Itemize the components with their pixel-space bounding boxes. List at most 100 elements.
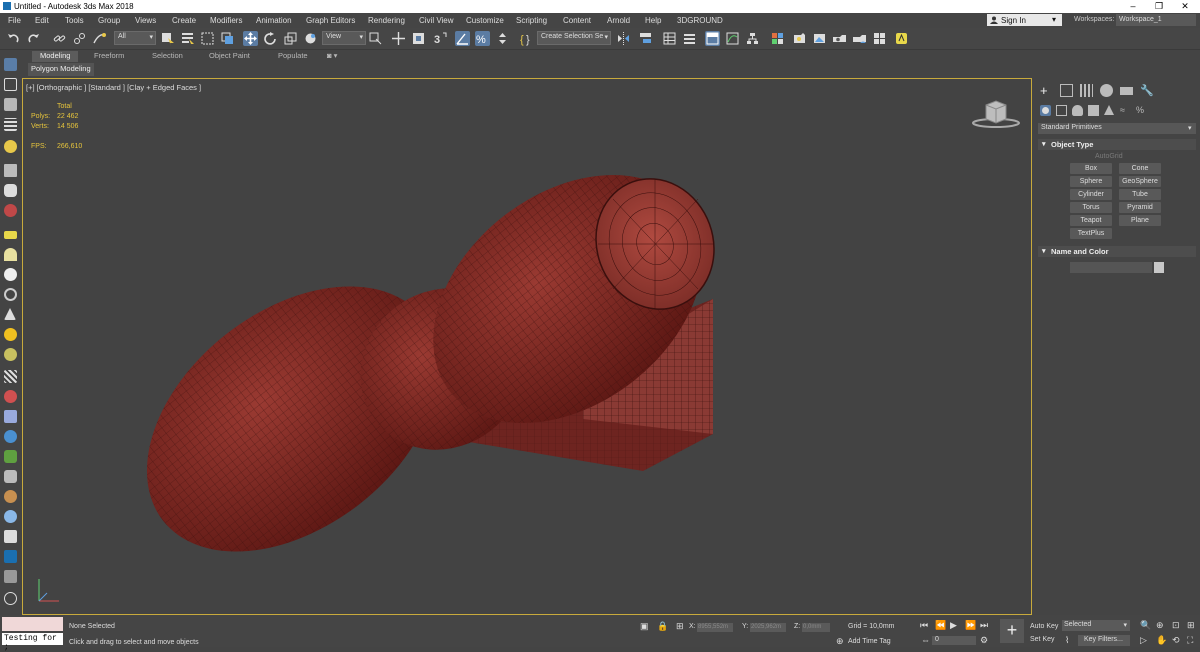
select-and-scale-icon[interactable]	[283, 31, 298, 46]
help-icon[interactable]	[4, 592, 17, 605]
menu-modifiers[interactable]: Modifiers	[210, 16, 242, 25]
geometry-icon[interactable]	[1040, 105, 1051, 116]
object-color-swatch[interactable]	[1154, 262, 1164, 273]
dome-icon[interactable]	[4, 248, 17, 261]
menu-animation[interactable]: Animation	[256, 16, 292, 25]
pattern-icon[interactable]	[4, 490, 17, 503]
go-to-start-icon[interactable]: ⏮	[920, 620, 928, 631]
mirror-icon[interactable]	[616, 31, 631, 46]
named-selection-dropdown[interactable]: Create Selection Se ▾	[537, 31, 611, 45]
menu-tools[interactable]: Tools	[65, 16, 84, 25]
plane-primitive-icon[interactable]	[4, 231, 17, 239]
menu-help[interactable]: Help	[645, 16, 661, 25]
curve-editor-icon[interactable]	[725, 31, 740, 46]
menu-rendering[interactable]: Rendering	[368, 16, 405, 25]
character-icon[interactable]	[4, 410, 17, 423]
previous-frame-icon[interactable]: ⏪	[935, 620, 946, 631]
percent-snap-icon[interactable]: %	[475, 31, 490, 46]
keyboard-shortcut-override-icon[interactable]	[411, 31, 426, 46]
scale-icon[interactable]	[4, 530, 17, 543]
select-object-icon[interactable]	[160, 31, 175, 46]
bind-space-warp-icon[interactable]	[92, 31, 107, 46]
key-mode-dropdown[interactable]: Selected ▾	[1062, 620, 1130, 631]
autogrid-checkbox[interactable]: AutoGrid	[1095, 153, 1123, 160]
box-button[interactable]: Box	[1070, 163, 1112, 174]
menu-graph-editors[interactable]: Graph Editors	[306, 16, 355, 25]
hierarchy-tab-icon[interactable]	[1080, 84, 1093, 97]
rendered-frame-window-icon[interactable]	[812, 31, 827, 46]
space-warps-icon[interactable]: ≈	[1120, 105, 1131, 116]
y-coordinate-field[interactable]: 2025,962m	[750, 623, 786, 632]
render-in-cloud-icon[interactable]	[852, 31, 867, 46]
toggle-ribbon-icon[interactable]	[705, 31, 720, 46]
time-configuration-icon[interactable]: ⚙	[980, 635, 988, 646]
menu-group[interactable]: Group	[98, 16, 120, 25]
menu-edit[interactable]: Edit	[35, 16, 49, 25]
tab-object-paint[interactable]: Object Paint	[209, 51, 250, 62]
angle-snap-icon[interactable]	[455, 31, 470, 46]
container-icon[interactable]	[4, 570, 17, 583]
maxscript-input[interactable]: Testing for ;	[2, 633, 63, 652]
sign-in-button[interactable]: Sign In ▾	[987, 14, 1062, 26]
add-time-tag[interactable]: Add Time Tag	[848, 638, 891, 645]
manipulate-icon[interactable]	[391, 31, 406, 46]
tab-modeling[interactable]: Modeling	[32, 51, 79, 62]
hatch-icon[interactable]	[4, 370, 17, 383]
geosphere-button[interactable]: GeoSphere	[1119, 176, 1161, 187]
key-mode-toggle-icon[interactable]: ⇔	[921, 635, 930, 645]
teapot-button[interactable]: Teapot	[1070, 215, 1112, 226]
set-keys-icon[interactable]: +	[1000, 619, 1024, 643]
maxscript-listener-output[interactable]	[2, 617, 63, 631]
toggle-scene-explorer-icon[interactable]	[662, 31, 677, 46]
pivot-center-icon[interactable]	[368, 31, 383, 46]
select-and-place-icon[interactable]	[303, 31, 318, 46]
torus-icon[interactable]	[4, 288, 17, 301]
menu-customize[interactable]: Customize	[466, 16, 504, 25]
set-key-button[interactable]: Set Key	[1030, 636, 1055, 647]
menu-content[interactable]: Content	[563, 16, 591, 25]
helpers-icon[interactable]	[1104, 105, 1114, 115]
reference-coordinate-dropdown[interactable]: View ▾	[322, 31, 366, 45]
select-and-rotate-icon[interactable]	[263, 31, 278, 46]
utilities-tab-icon[interactable]: 🔧	[1140, 84, 1154, 97]
auto-key-button[interactable]: Auto Key	[1030, 623, 1058, 634]
tab-selection[interactable]: Selection	[152, 51, 183, 62]
z-coordinate-field[interactable]: 0,0mm	[802, 623, 830, 632]
create-tab-icon[interactable]: +	[1040, 84, 1053, 97]
x-coordinate-field[interactable]: 8955,552m	[697, 623, 733, 632]
isolate-selection-icon[interactable]: ▣	[640, 621, 649, 632]
sphere-icon[interactable]	[4, 268, 17, 281]
viewport-layout-icon[interactable]	[4, 58, 17, 71]
link-icon[interactable]	[52, 31, 67, 46]
current-frame-field[interactable]: 0	[932, 636, 976, 645]
key-tangent-icon[interactable]: ⌇	[1065, 635, 1069, 646]
window-crossing-icon[interactable]	[220, 31, 235, 46]
arnold-icon[interactable]	[894, 31, 909, 46]
globe-icon[interactable]	[4, 430, 17, 443]
redo-icon[interactable]	[26, 31, 41, 46]
name-and-color-rollout[interactable]: ▾ Name and Color	[1038, 246, 1196, 257]
display-tab-icon[interactable]	[1120, 87, 1133, 95]
plane-button[interactable]: Plane	[1119, 215, 1161, 226]
undo-icon[interactable]	[6, 31, 21, 46]
camera-icon[interactable]	[4, 164, 17, 177]
object-type-rollout[interactable]: ▾ Object Type	[1038, 139, 1196, 150]
particle-icon[interactable]	[4, 204, 17, 217]
menu-arnold[interactable]: Arnold	[607, 16, 630, 25]
align-icon[interactable]	[638, 31, 653, 46]
cylinder-button[interactable]: Cylinder	[1070, 189, 1112, 200]
motion-tab-icon[interactable]	[1100, 84, 1113, 97]
light-bulb-icon[interactable]	[4, 140, 17, 153]
render-production-icon[interactable]	[832, 31, 847, 46]
systems-icon[interactable]: %	[1136, 105, 1147, 116]
tab-populate[interactable]: Populate	[278, 51, 308, 62]
viewport-orthographic[interactable]: [+] [Orthographic ] [Standard ] [Clay + …	[22, 78, 1032, 615]
cone-button[interactable]: Cone	[1119, 163, 1161, 174]
ribbon-options-icon[interactable]: ◙ ▾	[327, 51, 337, 62]
workspace-select[interactable]: Workspace_1	[1116, 14, 1196, 26]
zoom-all-icon[interactable]: ⊕	[1156, 620, 1164, 631]
modify-tab-icon[interactable]	[1060, 84, 1073, 97]
shapes-icon[interactable]	[1056, 105, 1067, 116]
schematic-view-icon[interactable]	[745, 31, 760, 46]
cone-icon[interactable]	[4, 308, 16, 320]
